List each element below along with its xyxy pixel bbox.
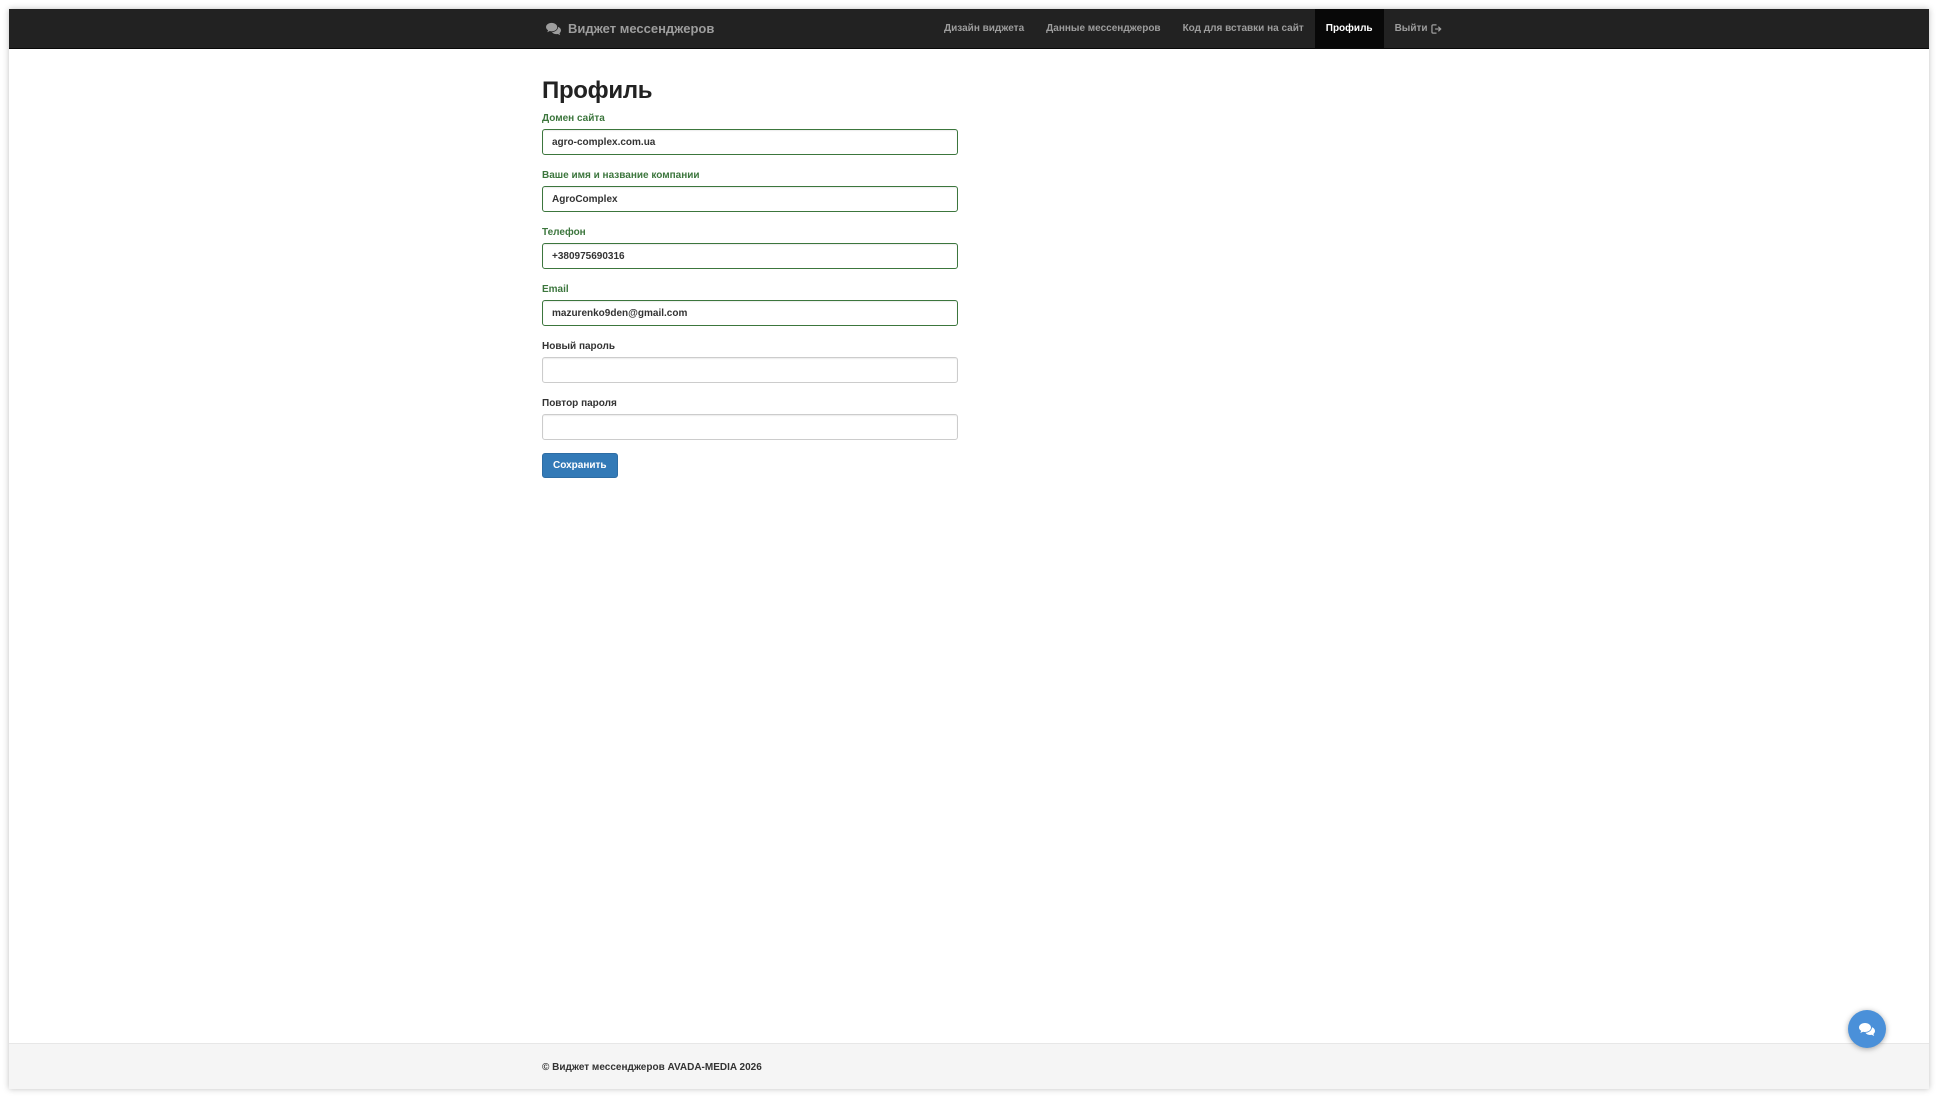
chat-widget-button[interactable] — [1848, 1010, 1886, 1048]
domain-input[interactable] — [542, 129, 958, 155]
nav-item-label: Профиль — [1325, 23, 1373, 34]
browser-viewport: Виджет мессенджеров Дизайн виджета Данны… — [9, 9, 1929, 1089]
brand-link[interactable]: Виджет мессенджеров — [545, 9, 714, 48]
company-name-input[interactable] — [542, 186, 958, 212]
save-button[interactable]: Сохранить — [542, 453, 618, 478]
profile-container: Профиль Домен сайта Ваше имя и название … — [542, 77, 962, 478]
comments-icon — [546, 22, 561, 35]
new-password-input[interactable] — [542, 357, 958, 383]
nav-item-label: Код для вставки на сайт — [1182, 23, 1304, 34]
profile-form: Домен сайта Ваше имя и название компании… — [542, 113, 962, 478]
repeat-password-group: Повтор пароля — [542, 398, 962, 440]
chat-bubble-icon — [1859, 1022, 1875, 1036]
nav-menu: Дизайн виджета Данные мессенджеров Код д… — [933, 9, 1453, 48]
phone-group: Телефон — [542, 227, 962, 269]
email-label: Email — [542, 284, 569, 295]
nav-item-embed-code[interactable]: Код для вставки на сайт — [1172, 9, 1315, 48]
new-password-group: Новый пароль — [542, 341, 962, 383]
nav-item-label: Выйти — [1394, 23, 1428, 34]
nav-item-profile[interactable]: Профиль — [1314, 9, 1384, 48]
domain-group: Домен сайта — [542, 113, 962, 155]
nav-item-label: Дизайн виджета — [944, 23, 1025, 34]
page-title: Профиль — [542, 77, 653, 104]
repeat-password-input[interactable] — [542, 414, 958, 440]
nav-item-messenger-data[interactable]: Данные мессенджеров — [1035, 9, 1171, 48]
sign-out-icon — [1430, 23, 1442, 34]
nav-item-label: Данные мессенджеров — [1046, 23, 1161, 34]
top-navbar: Виджет мессенджеров Дизайн виджета Данны… — [9, 9, 1929, 49]
email-group: Email — [542, 284, 962, 326]
company-name-group: Ваше имя и название компании — [542, 170, 962, 212]
domain-label: Домен сайта — [542, 113, 605, 124]
company-name-label: Ваше имя и название компании — [542, 170, 700, 181]
nav-item-widget-design[interactable]: Дизайн виджета — [933, 9, 1035, 48]
brand-label: Виджет мессенджеров — [568, 21, 715, 36]
repeat-password-label: Повтор пароля — [542, 398, 617, 409]
copyright-text: © Виджет мессенджеров AVADA-MEDIA 2026 — [542, 1062, 762, 1073]
page-footer: © Виджет мессенджеров AVADA-MEDIA 2026 — [9, 1043, 1929, 1089]
phone-label: Телефон — [542, 227, 586, 238]
new-password-label: Новый пароль — [542, 341, 616, 352]
phone-input[interactable] — [542, 243, 958, 269]
email-input[interactable] — [542, 300, 958, 326]
nav-item-logout[interactable]: Выйти — [1384, 9, 1453, 48]
